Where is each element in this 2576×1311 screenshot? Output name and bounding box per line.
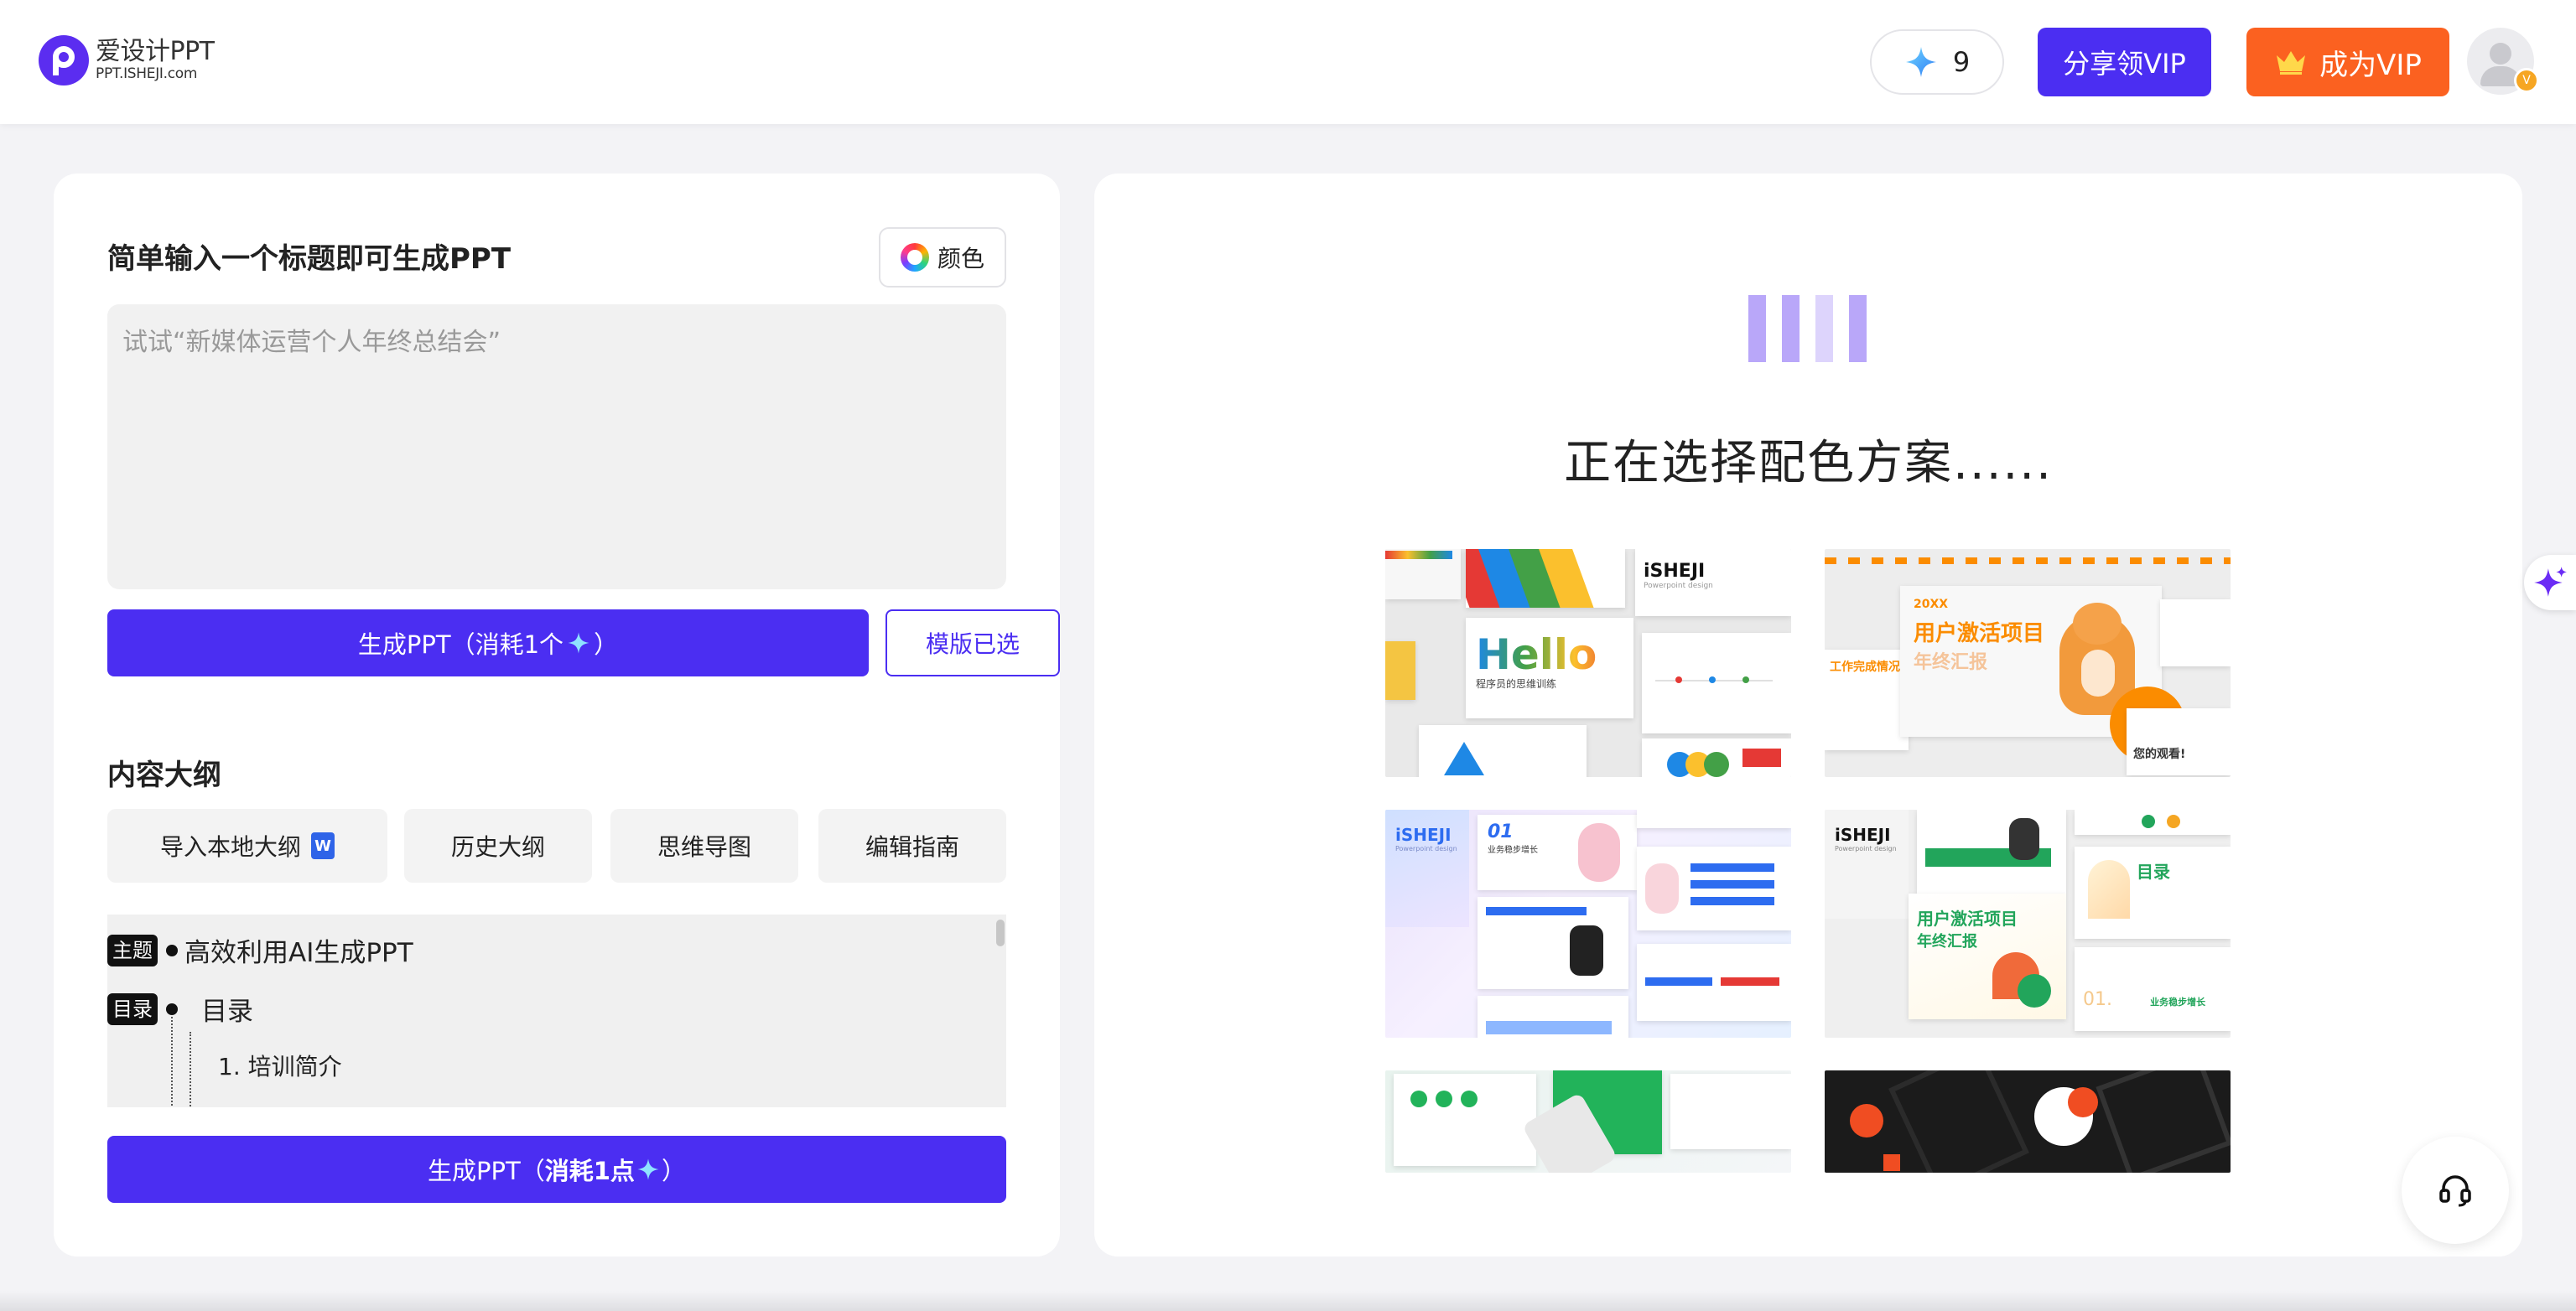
outline-toc[interactable]: 目录 [201, 990, 253, 1028]
generate-ppt-bottom-button[interactable]: 生成PPT（ 消耗1点 ） [107, 1136, 1006, 1203]
preview-panel: 正在选择配色方案...... iSHEJI Powerpoint design … [1094, 174, 2522, 1257]
thumb4-label: 业务稳步增长 [2150, 997, 2206, 1008]
template-thumbnail-4[interactable]: iSHEJI Powerpoint design 目录 用户激活项目 年终汇报 … [1825, 810, 2231, 1038]
generator-panel: 简单输入一个标题即可生成PPT 颜色 生成PPT（消耗1个 ） 模版已选 内容大… [54, 174, 1060, 1257]
import-outline-label: 导入本地大纲 [159, 833, 301, 861]
generate2-suffix: ） [661, 1157, 686, 1185]
title-input[interactable] [107, 304, 1006, 589]
thumb4-title: 用户激活项目 [1917, 909, 2018, 929]
toc-node-dot [166, 1003, 178, 1015]
thumb1-hello: Hello [1476, 633, 1623, 676]
edit-guide-button[interactable]: 编辑指南 [818, 809, 1006, 883]
topic-node-dot [166, 945, 178, 956]
bottom-shade [0, 1291, 2576, 1311]
mindmap-label: 思维导图 [657, 833, 751, 861]
become-vip-label: 成为VIP [2319, 48, 2422, 82]
tree-connector [171, 1017, 173, 1107]
panel-title: 简单输入一个标题即可生成PPT [107, 242, 512, 276]
outline-tree[interactable]: 主题 高效利用AI生成PPT 目录 目录 1. 培训简介 [107, 915, 1006, 1107]
mindmap-button[interactable]: 思维导图 [610, 809, 798, 883]
brand-logo[interactable]: 爱设计PPT PPT.ISHEJI.com [39, 35, 215, 86]
history-outline-label: 历史大纲 [450, 833, 545, 861]
outline-scrollbar[interactable] [996, 920, 1005, 946]
thumb4-brand-sub: Powerpoint design [1835, 845, 1897, 852]
sparkle-icon [637, 1158, 659, 1180]
loading-bars-icon [1748, 295, 1867, 362]
sparkle-icon [1905, 47, 1936, 77]
color-button[interactable]: 颜色 [879, 227, 1006, 288]
logo-text: 爱设计PPT PPT.ISHEJI.com [96, 37, 215, 83]
generate2-cost: 消耗1点 [544, 1157, 635, 1185]
template-thumbnail-3[interactable]: iSHEJI Powerpoint design 01 业务稳步增长 [1385, 810, 1791, 1038]
sparkle-icon [568, 632, 589, 654]
import-outline-button[interactable]: 导入本地大纲 W [107, 809, 387, 883]
template-thumbnail-1[interactable]: iSHEJI Powerpoint design Hello 程序员的思维训练 [1385, 549, 1791, 777]
thumb2-thanks: 您的观看! [2133, 748, 2186, 761]
generate2-prefix: 生成PPT（ [428, 1157, 545, 1185]
color-wheel-icon [900, 243, 929, 272]
thumb3-brand-sub: Powerpoint design [1395, 845, 1457, 852]
thumb3-brand: iSHEJI [1395, 825, 1452, 845]
template-selected-button[interactable]: 模版已选 [886, 609, 1060, 676]
generate-label: 生成PPT（消耗1个 [357, 630, 564, 659]
generate-ppt-button[interactable]: 生成PPT（消耗1个 ） [107, 609, 869, 676]
word-doc-icon: W [311, 832, 335, 859]
edit-guide-label: 编辑指南 [865, 833, 959, 861]
thumb1-brand-sub: Powerpoint design [1644, 582, 1713, 590]
generate-suffix: ） [594, 630, 619, 659]
crown-icon [2277, 51, 2306, 75]
top-header: 爱设计PPT PPT.ISHEJI.com 9 分享领VIP 成为VIP V [0, 0, 2576, 124]
vip-badge-icon: V [2514, 68, 2539, 93]
thumb2-left-text: 工作完成情况 [1830, 661, 1900, 674]
color-label: 颜色 [937, 245, 984, 272]
ai-sparkle-glyph-icon [2534, 567, 2567, 597]
headset-icon [2439, 1175, 2471, 1207]
logo-name: 爱设计PPT [96, 37, 215, 66]
outline-topic[interactable]: 高效利用AI生成PPT [184, 931, 413, 969]
history-outline-button[interactable]: 历史大纲 [404, 809, 592, 883]
thumb4-num: 01. [2083, 989, 2112, 1010]
share-vip-button[interactable]: 分享领VIP [2038, 28, 2211, 96]
thumb1-hello-sub: 程序员的思维训练 [1476, 678, 1557, 690]
toc-tag: 目录 [107, 993, 158, 1025]
thumb1-brand: iSHEJI [1644, 561, 1706, 582]
thumb4-brand: iSHEJI [1835, 825, 1891, 845]
logo-domain: PPT.ISHEJI.com [96, 65, 198, 82]
user-avatar[interactable]: V [2467, 28, 2539, 95]
thumb4-subtitle: 年终汇报 [1917, 933, 1977, 951]
ai-sparkle-icon[interactable] [2524, 555, 2576, 610]
loading-status: 正在选择配色方案...... [1564, 436, 2053, 490]
tree-connector-sub [190, 1032, 191, 1107]
template-thumbnail-2[interactable]: 工作完成情况 20XX 用户激活项目 年终汇报 您的观看! [1825, 549, 2231, 777]
avatar-head [2490, 43, 2511, 65]
outline-item[interactable]: 1. 培训简介 [218, 1049, 342, 1082]
template-thumbnail-6[interactable] [1825, 1070, 2231, 1173]
topic-tag: 主题 [107, 935, 158, 966]
logo-mark-icon [39, 35, 89, 86]
become-vip-button[interactable]: 成为VIP [2246, 28, 2449, 96]
template-thumbnail-5[interactable] [1385, 1070, 1791, 1173]
credits-balance[interactable]: 9 [1870, 29, 2004, 95]
credits-count: 9 [1952, 46, 1971, 78]
customer-support-button[interactable] [2402, 1137, 2509, 1244]
outline-title: 内容大纲 [107, 759, 221, 792]
